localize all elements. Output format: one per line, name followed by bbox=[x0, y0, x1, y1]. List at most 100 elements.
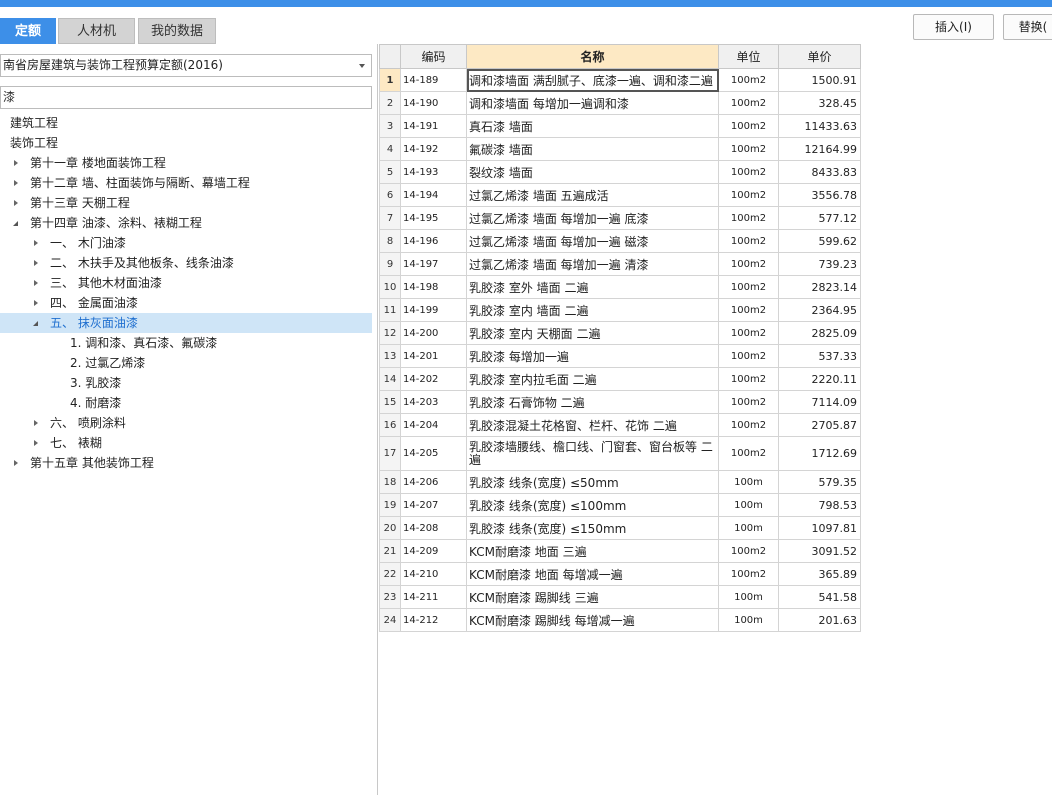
code-cell[interactable]: 14-189 bbox=[400, 68, 467, 92]
price-cell[interactable]: 365.89 bbox=[778, 562, 861, 586]
row-number-cell[interactable]: 14 bbox=[379, 367, 401, 391]
row-number-cell[interactable]: 10 bbox=[379, 275, 401, 299]
tab-quota[interactable]: 定额 bbox=[0, 18, 56, 44]
price-cell[interactable]: 541.58 bbox=[778, 585, 861, 609]
name-cell[interactable]: 乳胶漆 每增加一遍 bbox=[466, 344, 719, 368]
tree-node-chapter-15[interactable]: 第十五章 其他装饰工程 bbox=[0, 453, 372, 473]
row-number-cell[interactable]: 17 bbox=[379, 436, 401, 471]
name-cell[interactable]: 乳胶漆 线条(宽度) ≤50mm bbox=[466, 470, 719, 494]
tree-node-item-1[interactable]: 1. 调和漆、真石漆、氟碳漆 bbox=[0, 333, 372, 353]
table-row[interactable]: 15 14-203 乳胶漆 石膏饰物 二遍 100m2 7114.09 bbox=[379, 390, 861, 414]
table-row[interactable]: 4 14-192 氟碳漆 墙面 100m2 12164.99 bbox=[379, 137, 861, 161]
price-cell[interactable]: 599.62 bbox=[778, 229, 861, 253]
price-cell[interactable]: 2825.09 bbox=[778, 321, 861, 345]
code-cell[interactable]: 14-206 bbox=[400, 470, 467, 494]
tree-node-section-4[interactable]: 四、 金属面油漆 bbox=[0, 293, 372, 313]
tree-node-section-6[interactable]: 六、 喷刷涂料 bbox=[0, 413, 372, 433]
expand-arrow-icon[interactable] bbox=[34, 240, 38, 246]
price-cell[interactable]: 798.53 bbox=[778, 493, 861, 517]
code-cell[interactable]: 14-201 bbox=[400, 344, 467, 368]
column-header-code[interactable]: 编码 bbox=[400, 44, 467, 69]
price-cell[interactable]: 7114.09 bbox=[778, 390, 861, 414]
row-number-cell[interactable]: 22 bbox=[379, 562, 401, 586]
name-cell[interactable]: 过氯乙烯漆 墙面 每增加一遍 底漆 bbox=[466, 206, 719, 230]
column-header-price[interactable]: 单价 bbox=[778, 44, 861, 69]
unit-cell[interactable]: 100m2 bbox=[718, 183, 779, 207]
price-cell[interactable]: 11433.63 bbox=[778, 114, 861, 138]
unit-cell[interactable]: 100m2 bbox=[718, 321, 779, 345]
code-cell[interactable]: 14-205 bbox=[400, 436, 467, 471]
row-number-cell[interactable]: 13 bbox=[379, 344, 401, 368]
row-number-cell[interactable]: 12 bbox=[379, 321, 401, 345]
unit-cell[interactable]: 100m bbox=[718, 585, 779, 609]
tree-node-chapter-14[interactable]: 第十四章 油漆、涂料、裱糊工程 bbox=[0, 213, 372, 233]
price-cell[interactable]: 2705.87 bbox=[778, 413, 861, 437]
unit-cell[interactable]: 100m2 bbox=[718, 252, 779, 276]
code-cell[interactable]: 14-193 bbox=[400, 160, 467, 184]
unit-cell[interactable]: 100m2 bbox=[718, 436, 779, 471]
code-cell[interactable]: 14-199 bbox=[400, 298, 467, 322]
table-row[interactable]: 2 14-190 调和漆墙面 每增加一遍调和漆 100m2 328.45 bbox=[379, 91, 861, 115]
price-cell[interactable]: 537.33 bbox=[778, 344, 861, 368]
table-row[interactable]: 16 14-204 乳胶漆混凝土花格窗、栏杆、花饰 二遍 100m2 2705.87 bbox=[379, 413, 861, 437]
table-row[interactable]: 11 14-199 乳胶漆 室内 墙面 二遍 100m2 2364.95 bbox=[379, 298, 861, 322]
table-row[interactable]: 7 14-195 过氯乙烯漆 墙面 每增加一遍 底漆 100m2 577.12 bbox=[379, 206, 861, 230]
unit-cell[interactable]: 100m2 bbox=[718, 91, 779, 115]
collapse-arrow-icon[interactable] bbox=[33, 321, 38, 326]
name-cell[interactable]: 裂纹漆 墙面 bbox=[466, 160, 719, 184]
replace-button[interactable]: 替换( bbox=[1003, 14, 1052, 40]
unit-cell[interactable]: 100m2 bbox=[718, 229, 779, 253]
price-cell[interactable]: 2364.95 bbox=[778, 298, 861, 322]
price-cell[interactable]: 1712.69 bbox=[778, 436, 861, 471]
row-number-cell[interactable]: 18 bbox=[379, 470, 401, 494]
price-cell[interactable]: 2823.14 bbox=[778, 275, 861, 299]
tree-node-chapter-12[interactable]: 第十二章 墙、柱面装饰与隔断、幕墙工程 bbox=[0, 173, 372, 193]
name-cell[interactable]: 调和漆墙面 满刮腻子、底漆一遍、调和漆二遍 bbox=[466, 68, 719, 92]
name-cell[interactable]: KCM耐磨漆 地面 每增减一遍 bbox=[466, 562, 719, 586]
price-cell[interactable]: 3556.78 bbox=[778, 183, 861, 207]
row-number-cell[interactable]: 19 bbox=[379, 493, 401, 517]
code-cell[interactable]: 14-197 bbox=[400, 252, 467, 276]
name-cell[interactable]: 过氯乙烯漆 墙面 每增加一遍 磁漆 bbox=[466, 229, 719, 253]
unit-cell[interactable]: 100m2 bbox=[718, 562, 779, 586]
unit-cell[interactable]: 100m2 bbox=[718, 206, 779, 230]
expand-arrow-icon[interactable] bbox=[14, 200, 18, 206]
unit-cell[interactable]: 100m bbox=[718, 516, 779, 540]
unit-cell[interactable]: 100m2 bbox=[718, 413, 779, 437]
tree-node-section-2[interactable]: 二、 木扶手及其他板条、线条油漆 bbox=[0, 253, 372, 273]
code-cell[interactable]: 14-192 bbox=[400, 137, 467, 161]
chevron-down-icon[interactable] bbox=[359, 64, 365, 68]
table-row[interactable]: 3 14-191 真石漆 墙面 100m2 11433.63 bbox=[379, 114, 861, 138]
tree-node-section-3[interactable]: 三、 其他木材面油漆 bbox=[0, 273, 372, 293]
code-cell[interactable]: 14-195 bbox=[400, 206, 467, 230]
name-cell[interactable]: 乳胶漆 石膏饰物 二遍 bbox=[466, 390, 719, 414]
row-number-cell[interactable]: 9 bbox=[379, 252, 401, 276]
row-number-cell[interactable]: 24 bbox=[379, 608, 401, 632]
unit-cell[interactable]: 100m2 bbox=[718, 539, 779, 563]
row-number-cell[interactable]: 7 bbox=[379, 206, 401, 230]
unit-cell[interactable]: 100m2 bbox=[718, 275, 779, 299]
row-number-cell[interactable]: 16 bbox=[379, 413, 401, 437]
expand-arrow-icon[interactable] bbox=[34, 420, 38, 426]
code-cell[interactable]: 14-212 bbox=[400, 608, 467, 632]
unit-cell[interactable]: 100m2 bbox=[718, 344, 779, 368]
code-cell[interactable]: 14-210 bbox=[400, 562, 467, 586]
unit-cell[interactable]: 100m bbox=[718, 608, 779, 632]
price-cell[interactable]: 3091.52 bbox=[778, 539, 861, 563]
name-cell[interactable]: KCM耐磨漆 地面 三遍 bbox=[466, 539, 719, 563]
price-cell[interactable]: 328.45 bbox=[778, 91, 861, 115]
expand-arrow-icon[interactable] bbox=[34, 440, 38, 446]
code-cell[interactable]: 14-208 bbox=[400, 516, 467, 540]
name-cell[interactable]: 乳胶漆 室外 墙面 二遍 bbox=[466, 275, 719, 299]
name-cell[interactable]: 乳胶漆 线条(宽度) ≤150mm bbox=[466, 516, 719, 540]
price-cell[interactable]: 739.23 bbox=[778, 252, 861, 276]
tree-node-chapter-13[interactable]: 第十三章 天棚工程 bbox=[0, 193, 372, 213]
unit-cell[interactable]: 100m2 bbox=[718, 68, 779, 92]
name-cell[interactable]: 乳胶漆墙腰线、檐口线、门窗套、窗台板等 二遍 bbox=[466, 436, 719, 471]
unit-cell[interactable]: 100m2 bbox=[718, 298, 779, 322]
name-cell[interactable]: 乳胶漆混凝土花格窗、栏杆、花饰 二遍 bbox=[466, 413, 719, 437]
unit-cell[interactable]: 100m2 bbox=[718, 137, 779, 161]
price-cell[interactable]: 2220.11 bbox=[778, 367, 861, 391]
row-number-cell[interactable]: 4 bbox=[379, 137, 401, 161]
unit-cell[interactable]: 100m bbox=[718, 470, 779, 494]
